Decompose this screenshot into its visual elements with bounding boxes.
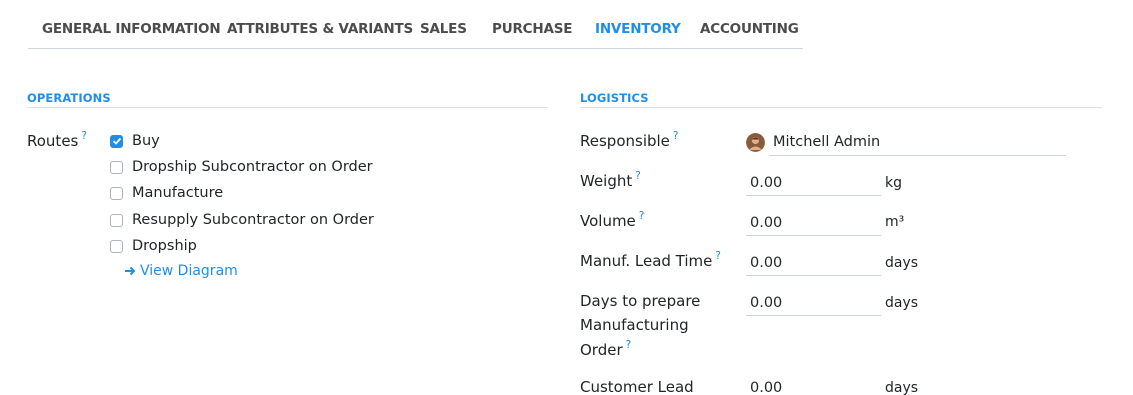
- routes-help-icon[interactable]: ?: [81, 130, 87, 142]
- volume-label-text: Volume: [580, 212, 636, 230]
- route-manufacture-checkbox[interactable]: [110, 186, 123, 200]
- volume-label: Volume?: [580, 210, 645, 230]
- tab-purchase[interactable]: PURCHASE: [492, 21, 572, 37]
- manuf-lead-time-unit: days: [885, 255, 919, 271]
- responsible-label: Responsible?: [580, 130, 679, 150]
- days-to-prepare-value: 0.00: [750, 295, 783, 311]
- operations-divider: [27, 107, 548, 108]
- days-to-prepare-label-line1: Days to prepare: [580, 292, 701, 310]
- product-form-page: GENERAL INFORMATION ATTRIBUTES & VARIANT…: [0, 0, 1133, 395]
- days-to-prepare-label-line3: Order?: [580, 339, 632, 359]
- view-diagram-link[interactable]: View Diagram: [124, 263, 238, 279]
- view-diagram-label: View Diagram: [140, 263, 238, 279]
- days-to-prepare-help-icon[interactable]: ?: [626, 339, 632, 351]
- days-to-prepare-label-line2: Manufacturing: [580, 316, 689, 334]
- tab-inventory[interactable]: INVENTORY: [595, 21, 681, 37]
- weight-label: Weight?: [580, 170, 641, 190]
- route-buy[interactable]: Buy: [110, 132, 160, 150]
- volume-unit: m³: [885, 214, 905, 230]
- routes-label: Routes?: [27, 130, 87, 150]
- route-dropship-checkbox[interactable]: [110, 239, 123, 253]
- tab-accounting[interactable]: ACCOUNTING: [700, 21, 799, 37]
- route-dropship-subcontractor-checkbox[interactable]: [110, 160, 123, 174]
- manuf-lead-time-value: 0.00: [750, 255, 783, 271]
- arrow-right-icon: [125, 266, 136, 276]
- weight-value: 0.00: [750, 175, 783, 191]
- route-resupply-subcontractor[interactable]: Resupply Subcontractor on Order: [110, 211, 374, 229]
- weight-unit: kg: [885, 175, 902, 191]
- logistics-divider: [580, 107, 1102, 108]
- customer-lead-input[interactable]: 0.00: [746, 376, 881, 395]
- days-to-prepare-unit: days: [885, 295, 919, 311]
- volume-input[interactable]: 0.00: [746, 211, 881, 236]
- route-manufacture-label: Manufacture: [132, 185, 224, 201]
- responsible-value[interactable]: Mitchell Admin: [773, 134, 880, 150]
- volume-value: 0.00: [750, 215, 783, 231]
- weight-input[interactable]: 0.00: [746, 171, 881, 196]
- route-dropship-subcontractor-label: Dropship Subcontractor on Order: [132, 159, 373, 175]
- manuf-lead-time-help-icon[interactable]: ?: [715, 250, 721, 262]
- tab-sales[interactable]: SALES: [420, 21, 467, 37]
- logistics-section-title: LOGISTICS: [580, 91, 649, 105]
- operations-section-title: OPERATIONS: [27, 91, 111, 105]
- route-resupply-subcontractor-label: Resupply Subcontractor on Order: [132, 212, 374, 228]
- route-dropship[interactable]: Dropship: [110, 237, 197, 255]
- customer-lead-unit: days: [885, 380, 919, 395]
- route-dropship-subcontractor[interactable]: Dropship Subcontractor on Order: [110, 158, 373, 176]
- manuf-lead-time-label-text: Manuf. Lead Time: [580, 252, 713, 270]
- volume-help-icon[interactable]: ?: [639, 210, 645, 222]
- route-buy-checkbox[interactable]: [110, 134, 123, 148]
- days-to-prepare-input[interactable]: 0.00: [746, 291, 881, 316]
- customer-lead-value: 0.00: [750, 380, 783, 395]
- tab-general-information[interactable]: GENERAL INFORMATION: [42, 21, 221, 37]
- route-dropship-label: Dropship: [132, 238, 197, 254]
- routes-label-text: Routes: [27, 132, 79, 150]
- route-resupply-subcontractor-checkbox[interactable]: [110, 213, 123, 227]
- route-manufacture[interactable]: Manufacture: [110, 184, 223, 202]
- manuf-lead-time-input[interactable]: 0.00: [746, 251, 881, 276]
- responsible-avatar: [746, 133, 765, 152]
- weight-label-text: Weight: [580, 172, 633, 190]
- responsible-label-text: Responsible: [580, 132, 670, 150]
- days-to-prepare-label-text: Order: [580, 341, 623, 359]
- user-avatar-icon: [746, 133, 765, 152]
- weight-help-icon[interactable]: ?: [635, 170, 641, 182]
- route-buy-label: Buy: [132, 133, 160, 149]
- check-icon: [112, 137, 121, 145]
- tab-bar: GENERAL INFORMATION ATTRIBUTES & VARIANT…: [28, 0, 803, 49]
- tab-attributes-variants[interactable]: ATTRIBUTES & VARIANTS: [227, 21, 413, 37]
- responsible-help-icon[interactable]: ?: [673, 130, 679, 142]
- customer-lead-label: Customer Lead: [580, 378, 694, 395]
- manuf-lead-time-label: Manuf. Lead Time?: [580, 250, 721, 270]
